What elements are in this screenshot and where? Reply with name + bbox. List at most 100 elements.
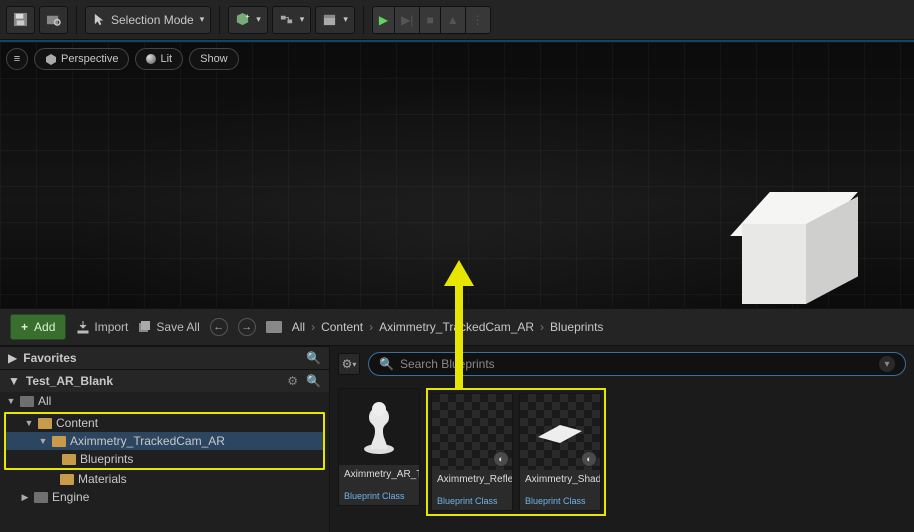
save-all-button[interactable]: Save All xyxy=(138,320,199,334)
tree-all-label: All xyxy=(38,394,51,408)
pawn-icon xyxy=(361,399,397,455)
tree-all[interactable]: ▼ All xyxy=(0,392,329,410)
content-browser-body: ▶ Favorites 🔍 ▼ Test_AR_Blank ⚙ 🔍 ▼ All xyxy=(0,346,914,532)
favorites-label: Favorites xyxy=(23,351,76,365)
tree-blueprints-label: Blueprints xyxy=(80,452,133,466)
sphere-badge-icon: ◐ xyxy=(581,451,597,467)
nav-back-button[interactable]: ← xyxy=(210,318,228,336)
project-label: Test_AR_Blank xyxy=(26,374,113,388)
chevron-down-icon: ▼ xyxy=(38,436,48,446)
crumb-all[interactable]: All xyxy=(292,320,305,334)
folder-icon xyxy=(62,454,76,465)
asset-tile[interactable]: ◐ Aximmetry_Shadow_ Blueprint Class xyxy=(519,393,601,511)
asset-name: Aximmetry_AR_Tracked_ xyxy=(339,465,419,491)
favorites-header[interactable]: ▶ Favorites 🔍 xyxy=(0,346,329,369)
level-viewport[interactable]: ≡ Perspective Lit Show xyxy=(0,40,914,308)
asset-name: Aximmetry_Reflection_ xyxy=(432,470,512,496)
chevron-right-icon: ▶ xyxy=(8,351,17,365)
browse-button[interactable] xyxy=(39,6,68,34)
add-label: Add xyxy=(34,320,55,334)
play-options-button[interactable]: ⋮ xyxy=(465,7,490,33)
asset-tile[interactable]: ◐ Aximmetry_Reflection_ Blueprint Class xyxy=(431,393,513,511)
blueprints-dropdown[interactable]: ▾ xyxy=(272,6,312,34)
sources-panel: ▶ Favorites 🔍 ▼ Test_AR_Blank ⚙ 🔍 ▼ All xyxy=(0,346,330,532)
tree-engine[interactable]: ▶ Engine xyxy=(0,488,329,506)
tree-tracked[interactable]: ▼ Aximmetry_TrackedCam_AR xyxy=(6,432,323,450)
clapper-icon xyxy=(322,12,337,27)
tree-blueprints[interactable]: Blueprints xyxy=(6,450,323,468)
search-placeholder: Search Blueprints xyxy=(400,357,495,371)
folder-icon xyxy=(266,321,282,333)
asset-grid: Aximmetry_AR_Tracked_ Blueprint Class ◐ … xyxy=(330,382,914,522)
crumb-content[interactable]: Content xyxy=(321,320,363,334)
show-label: Show xyxy=(200,53,228,65)
viewport-menu-button[interactable]: ≡ xyxy=(6,48,28,70)
lit-dropdown[interactable]: Lit xyxy=(135,48,183,70)
content-browser-toolbar: + Add Import Save All ← → All › Content … xyxy=(0,308,914,346)
save-icon xyxy=(13,12,28,27)
play-step-button[interactable]: ▶| xyxy=(394,7,419,33)
folder-icon xyxy=(38,418,52,429)
filter-icon: ⚙ xyxy=(342,357,353,371)
play-icon: ▶ xyxy=(379,13,388,27)
save-button[interactable] xyxy=(6,6,35,34)
cube-mesh[interactable] xyxy=(742,192,852,308)
play-button[interactable]: ▶ xyxy=(373,7,394,33)
filter-button[interactable]: ⚙ ▾ xyxy=(338,353,360,375)
search-icon[interactable]: 🔍 xyxy=(306,351,321,365)
add-cube-icon: + xyxy=(235,12,250,27)
eject-icon: ▲ xyxy=(447,13,459,27)
folder-search-icon xyxy=(46,12,61,27)
tree-content[interactable]: ▼ Content xyxy=(6,414,323,432)
asset-type: Blueprint Class xyxy=(339,491,419,505)
eject-button[interactable]: ▲ xyxy=(440,7,465,33)
tree-engine-label: Engine xyxy=(52,490,89,504)
asset-view: ⚙ ▾ 🔍 Search Blueprints ▾ Aximmetry xyxy=(330,346,914,532)
chevron-down-icon: ▼ xyxy=(6,396,16,406)
nav-forward-button[interactable]: → xyxy=(238,318,256,336)
import-button[interactable]: Import xyxy=(76,320,128,334)
add-button[interactable]: + Add xyxy=(10,314,66,340)
cursor-icon xyxy=(92,12,107,27)
settings-icon[interactable]: ⚙ xyxy=(287,374,298,388)
chevron-down-icon: ▾ xyxy=(200,14,205,25)
chevron-right-icon: › xyxy=(538,320,546,334)
asset-thumb xyxy=(339,389,419,465)
chevron-down-icon: ▼ xyxy=(8,374,20,388)
chevron-down-icon: ▾ xyxy=(879,356,895,372)
crumb-folder-icon[interactable] xyxy=(266,321,282,333)
asset-tile[interactable]: Aximmetry_AR_Tracked_ Blueprint Class xyxy=(338,388,420,506)
play-controls: ▶ ▶| ■ ▲ ⋮ xyxy=(372,6,491,34)
crumb-tracked[interactable]: Aximmetry_TrackedCam_AR xyxy=(379,320,534,334)
cinematics-dropdown[interactable]: ▾ xyxy=(315,6,355,34)
crumb-blueprints[interactable]: Blueprints xyxy=(550,320,603,334)
save-all-icon xyxy=(138,320,152,334)
import-label: Import xyxy=(94,320,128,334)
chevron-down-icon: ▾ xyxy=(343,14,348,25)
breadcrumb: All › Content › Aximmetry_TrackedCam_AR … xyxy=(292,320,604,334)
search-icon[interactable]: 🔍 xyxy=(306,374,321,388)
sphere-icon xyxy=(146,54,156,64)
plus-icon: + xyxy=(21,320,28,334)
add-content-dropdown[interactable]: + ▾ xyxy=(228,6,268,34)
svg-text:+: + xyxy=(246,12,251,21)
perspective-dropdown[interactable]: Perspective xyxy=(34,48,129,70)
viewport-controls: ≡ Perspective Lit Show xyxy=(6,48,239,70)
tree-content-label: Content xyxy=(56,416,98,430)
selection-mode-label: Selection Mode xyxy=(111,13,194,27)
selection-mode-dropdown[interactable]: Selection Mode ▾ xyxy=(85,6,211,34)
plane-icon xyxy=(534,417,586,447)
tree-materials[interactable]: Materials xyxy=(0,470,329,488)
show-dropdown[interactable]: Show xyxy=(189,48,239,70)
perspective-label: Perspective xyxy=(61,53,118,65)
kebab-icon: ⋮ xyxy=(472,13,484,27)
chevron-down-icon: ▾ xyxy=(352,360,356,369)
stop-icon: ■ xyxy=(426,13,433,27)
stop-button[interactable]: ■ xyxy=(419,7,439,33)
arrow-right-icon: → xyxy=(241,321,252,333)
search-icon: 🔍 xyxy=(379,357,394,371)
asset-search-input[interactable]: 🔍 Search Blueprints ▾ xyxy=(368,352,906,376)
chevron-right-icon: › xyxy=(367,320,375,334)
project-header[interactable]: ▼ Test_AR_Blank ⚙ 🔍 xyxy=(0,369,329,392)
chevron-down-icon: ▼ xyxy=(24,418,34,428)
